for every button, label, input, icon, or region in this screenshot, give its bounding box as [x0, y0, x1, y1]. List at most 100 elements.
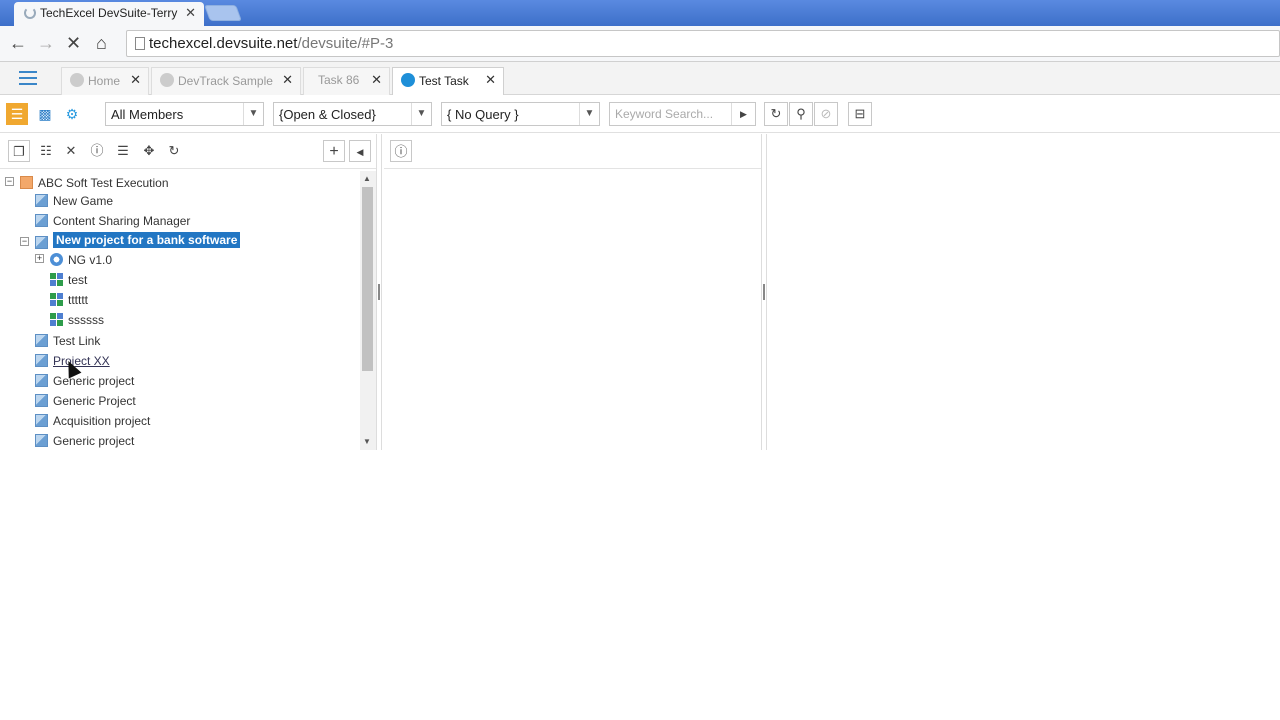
gear-icon[interactable]: ⚙ [61, 103, 83, 125]
tab-label: Home [88, 74, 121, 88]
tree-node-label: NG v1.0 [68, 253, 113, 267]
tree-node-label: Test Link [53, 334, 101, 348]
chevron-down-icon: ▼ [411, 103, 431, 125]
filter-bar: ☰ ▩ ⚙ All Members ▼ {Open & Closed} ▼ { … [0, 95, 1280, 133]
project-icon [35, 214, 48, 227]
address-bar[interactable]: techexcel.devsuite.net/devsuite/#P-3 [126, 30, 1280, 57]
query-value: { No Query } [447, 107, 519, 122]
project-icon [35, 394, 48, 407]
move-icon[interactable]: ✥ [138, 140, 160, 162]
tab-devtrack-sample[interactable]: DevTrack Sample ✕ [151, 67, 301, 95]
task-module-icon[interactable]: ☰ [6, 103, 28, 125]
refresh-button[interactable]: ↻ [764, 102, 788, 126]
folder-icon [20, 176, 33, 189]
delete-icon[interactable]: ✕ [60, 140, 82, 162]
query-select[interactable]: { No Query } ▼ [441, 102, 600, 126]
devtrack-icon [160, 73, 174, 87]
copy-icon[interactable]: ❐ [8, 140, 30, 162]
new-document-icon[interactable]: ☷ [35, 140, 57, 162]
tab-home[interactable]: Home ✕ [61, 67, 149, 95]
info-icon[interactable]: ⓘ [86, 140, 108, 162]
tree-node-label: Content Sharing Manager [53, 214, 191, 228]
release-icon [50, 253, 63, 266]
project-icon [35, 194, 48, 207]
module-icon [50, 313, 63, 326]
tree-node-label: Generic project [53, 374, 135, 388]
clear-button[interactable]: ⊘ [814, 102, 838, 126]
scroll-down-icon[interactable]: ▼ [363, 437, 371, 446]
tree-node-label: Acquisition project [53, 414, 151, 428]
layout-button[interactable]: ⊟ [848, 102, 872, 126]
project-icon [35, 354, 48, 367]
page-icon [135, 37, 145, 50]
tree-node-label: test [68, 273, 88, 287]
tree-node-label: New project for a bank software [53, 232, 241, 248]
close-tab-icon[interactable]: ✕ [185, 5, 196, 21]
browser-tab-strip: TechExcel DevSuite-Terry ✕ [0, 0, 1280, 26]
close-icon[interactable]: ✕ [282, 72, 293, 88]
tab-label: DevTrack Sample [178, 74, 273, 88]
project-icon [35, 374, 48, 387]
close-icon[interactable]: ✕ [130, 72, 141, 88]
tab-label: Task 86 [318, 73, 360, 87]
collapse-left-icon[interactable]: ◀ [349, 140, 371, 162]
scrollbar-thumb[interactable] [362, 187, 373, 371]
tree-node-label: New Game [53, 194, 114, 208]
status-value: {Open & Closed} [279, 107, 376, 122]
project-icon [35, 414, 48, 427]
app-tab-bar: Home ✕ DevTrack Sample ✕ Task 86 ✕ Test … [0, 62, 1280, 95]
browser-tab[interactable]: TechExcel DevSuite-Terry ✕ [14, 2, 204, 26]
keyword-placeholder: Keyword Search... [615, 107, 714, 121]
details-toolbar: ⓘ [384, 134, 761, 169]
members-select[interactable]: All Members ▼ [105, 102, 264, 126]
tab-label: Test Task [419, 74, 469, 88]
forward-icon[interactable]: → [37, 33, 55, 54]
project-icon [35, 334, 48, 347]
collapse-icon[interactable]: − [5, 177, 14, 186]
tab-test-task[interactable]: Test Task ✕ [392, 67, 504, 95]
loading-icon [24, 7, 36, 19]
members-value: All Members [111, 107, 184, 122]
module-icon [50, 293, 63, 306]
status-select[interactable]: {Open & Closed} ▼ [273, 102, 432, 126]
play-icon[interactable]: ▶ [731, 103, 755, 125]
chevron-down-icon: ▼ [579, 103, 599, 125]
tree-node-label: Generic project [53, 434, 135, 448]
project-icon [35, 236, 48, 249]
project-icon [35, 434, 48, 447]
collapse-icon[interactable]: − [20, 237, 29, 246]
scroll-up-icon[interactable]: ▲ [363, 174, 371, 183]
list-icon[interactable]: ☰ [112, 140, 134, 162]
project-tree: − ABC Soft Test Execution New Game Conte… [0, 171, 360, 450]
back-icon[interactable]: ← [9, 33, 27, 54]
info-icon[interactable]: ⓘ [390, 140, 412, 162]
chevron-down-icon: ▼ [243, 103, 263, 125]
home-icon [70, 73, 84, 87]
module-icon [50, 273, 63, 286]
stop-icon[interactable]: ✕ [66, 33, 81, 54]
left-splitter[interactable] [376, 134, 382, 450]
tree-node-label: tttttt [68, 293, 89, 307]
expand-icon[interactable]: + [35, 254, 44, 263]
tab-task-86[interactable]: Task 86 ✕ [303, 67, 390, 95]
close-icon[interactable]: ✕ [485, 72, 496, 88]
menu-icon[interactable] [19, 71, 37, 85]
chart-icon[interactable]: ▩ [34, 103, 56, 125]
search-button[interactable]: ⚲ [789, 102, 813, 126]
tree-node-label: Project XX [53, 354, 110, 368]
close-icon[interactable]: ✕ [371, 72, 382, 88]
refresh-icon[interactable]: ↻ [163, 140, 185, 162]
check-circle-icon [401, 73, 415, 87]
right-splitter[interactable] [761, 134, 767, 450]
add-icon[interactable]: + [323, 140, 345, 162]
tree-node-label: ssssss [68, 313, 104, 327]
url-text: techexcel.devsuite.net/devsuite/#P-3 [149, 35, 394, 52]
keyword-search-input[interactable]: Keyword Search... ▶ [609, 102, 756, 126]
browser-tab-title: TechExcel DevSuite-Terry [40, 6, 178, 20]
new-tab-button[interactable] [204, 5, 242, 21]
browser-toolbar: ← → ✕ ⌂ techexcel.devsuite.net/devsuite/… [0, 26, 1280, 62]
tree-node-label: ABC Soft Test Execution [38, 176, 169, 190]
tree-scrollbar[interactable]: ▲ ▼ [360, 171, 376, 450]
home-icon[interactable]: ⌂ [96, 33, 107, 54]
tree-node-label: Generic Project [53, 394, 136, 408]
